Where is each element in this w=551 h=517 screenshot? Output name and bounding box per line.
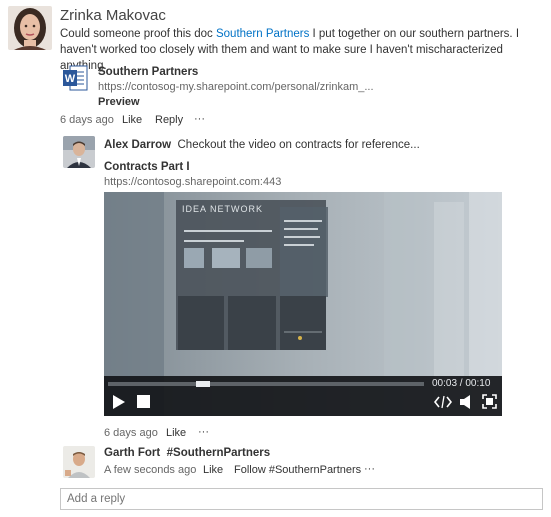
video-title[interactable]: Contracts Part I <box>104 161 190 173</box>
svg-text:W: W <box>65 73 76 85</box>
video-url[interactable]: https://contosog.sharepoint.com:443 <box>104 176 281 188</box>
reply1-more-button[interactable]: ··· <box>198 426 209 438</box>
post-reply-button[interactable]: Reply <box>155 114 183 126</box>
avatar-garth[interactable] <box>63 446 95 478</box>
word-doc-icon[interactable]: W <box>62 64 88 92</box>
video-slide-title: IDEA NETWORK <box>182 204 264 214</box>
southern-partners-link[interactable]: Southern Partners <box>216 28 309 40</box>
video-seek-handle[interactable] <box>196 381 210 387</box>
reply1-timestamp: 6 days ago <box>104 427 158 439</box>
embed-code-icon[interactable] <box>433 395 453 409</box>
video-player[interactable]: IDEA NETWORK 00:03 / 00:10 <box>104 192 502 416</box>
attachment-url[interactable]: https://contosog-my.sharepoint.com/perso… <box>98 81 374 93</box>
play-icon[interactable] <box>112 394 126 410</box>
reply1-like-button[interactable]: Like <box>166 427 186 439</box>
fullscreen-icon[interactable] <box>482 394 497 409</box>
add-reply-input[interactable] <box>60 488 543 510</box>
post-timestamp: 6 days ago <box>60 114 114 126</box>
video-seek-bar[interactable] <box>108 381 424 387</box>
reply1-text: Checkout the video on contracts for refe… <box>177 139 420 151</box>
reply2-line: Garth Fort #SouthernPartners <box>104 447 270 459</box>
reply2-hashtag[interactable]: #SouthernPartners <box>167 447 271 459</box>
reply1-line: Alex Darrow Checkout the video on contra… <box>104 137 420 153</box>
video-time-display: 00:03 / 00:10 <box>432 378 491 389</box>
avatar-zrinka[interactable] <box>8 6 52 50</box>
avatar-alex[interactable] <box>63 136 95 168</box>
post-like-button[interactable]: Like <box>122 114 142 126</box>
post-text-before: Could someone proof this doc <box>60 28 216 40</box>
post-more-button[interactable]: ··· <box>194 113 205 125</box>
volume-icon[interactable] <box>459 394 473 410</box>
reply2-timestamp: A few seconds ago <box>104 464 197 476</box>
reply1-author[interactable]: Alex Darrow <box>104 139 171 151</box>
reply2-author[interactable]: Garth Fort <box>104 447 160 459</box>
post-author[interactable]: Zrinka Makovac <box>60 7 166 24</box>
follow-hashtag-button[interactable]: Follow #SouthernPartners <box>234 464 361 476</box>
preview-link[interactable]: Preview <box>98 96 140 108</box>
reply2-more-button[interactable]: ··· <box>364 463 375 475</box>
reply2-like-button[interactable]: Like <box>203 464 223 476</box>
attachment-title[interactable]: Southern Partners <box>98 66 198 78</box>
stop-icon[interactable] <box>137 395 150 408</box>
